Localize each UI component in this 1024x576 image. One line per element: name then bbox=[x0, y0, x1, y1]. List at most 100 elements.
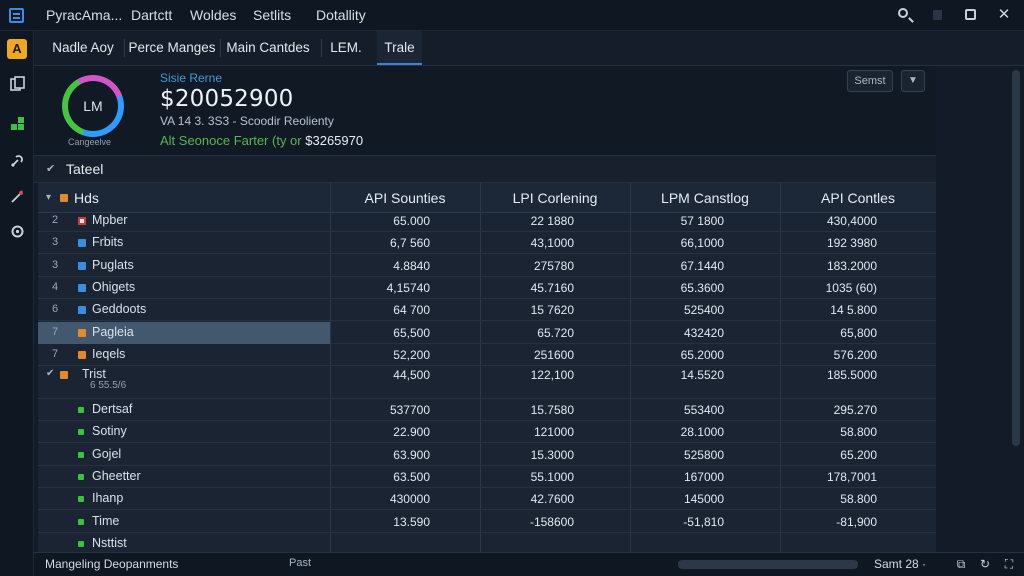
row-name: Mpber bbox=[92, 213, 128, 227]
table-row[interactable]: 6 Geddoots 64 700 15 7620 525400 14 5.800 bbox=[38, 299, 936, 322]
table-row[interactable]: Ihanp 430000 42.7600 145000 58.800 bbox=[38, 488, 936, 511]
name-cell[interactable]: 7 Pagleia bbox=[38, 321, 330, 344]
close-button[interactable]: ✕ bbox=[993, 5, 1015, 25]
cell-value: 65,800 bbox=[840, 325, 877, 340]
cell-value: 14 5.800 bbox=[830, 303, 877, 318]
title-bar: PyracAma... Dartctt Woldes Setlits Dotal… bbox=[0, 0, 1024, 31]
column-header-api-sounties[interactable]: API Sounties bbox=[330, 183, 480, 213]
link-icon[interactable] bbox=[9, 152, 26, 169]
menu-item-settings[interactable]: Setlits bbox=[253, 7, 291, 23]
name-cell[interactable]: 3 Puglats bbox=[38, 255, 330, 277]
sort-button[interactable]: Semst bbox=[847, 70, 893, 92]
summary-subtitle: VA 14 3. 3S3 - Scoodir Reolienty bbox=[160, 114, 334, 128]
name-cell[interactable]: Ihanp bbox=[38, 488, 330, 510]
fullscreen-icon[interactable]: ⛶ bbox=[1002, 557, 1016, 571]
cell-value: 22 1880 bbox=[530, 214, 574, 228]
chevron-down-icon[interactable]: ✔ bbox=[46, 368, 54, 379]
sync-icon[interactable]: ↻ bbox=[978, 557, 992, 571]
table-row[interactable]: Gojel 63.900 15.3000 525800 65.200 bbox=[38, 444, 936, 466]
tab-perce[interactable]: Perce Manges bbox=[124, 31, 220, 65]
cell-value: 295.270 bbox=[833, 403, 877, 418]
row-number: 2 bbox=[52, 214, 59, 226]
chevron-down-icon[interactable]: ✔ bbox=[46, 162, 55, 175]
table-row[interactable]: Dertsaf 537700 15.7580 553400 295.270 bbox=[38, 399, 936, 422]
progress-ring: LM bbox=[62, 75, 124, 137]
cell-value: 15.7580 bbox=[530, 403, 574, 418]
menu-item-details[interactable]: Dartctt bbox=[131, 7, 172, 23]
table-row[interactable]: 7 Ieqels 52,200 251600 65.2000 576.200 bbox=[38, 344, 936, 366]
tab-trale[interactable]: Trale bbox=[377, 31, 422, 65]
dropdown-button[interactable]: ▼ bbox=[901, 70, 925, 92]
search-button[interactable] bbox=[893, 5, 915, 25]
name-cell[interactable]: Gojel bbox=[38, 444, 330, 466]
column-header-name[interactable]: ▾ Hds bbox=[38, 183, 330, 213]
table-row[interactable]: 2 Mpber 65.000 22 1880 57 1800 430,4000 bbox=[38, 210, 936, 232]
name-cell[interactable]: Dertsaf bbox=[38, 399, 330, 421]
file-red-icon bbox=[78, 217, 86, 225]
vertical-scrollbar[interactable] bbox=[1012, 70, 1020, 446]
name-cell[interactable]: Gheetter bbox=[38, 466, 330, 488]
menu-item-data[interactable]: Dotallity bbox=[316, 7, 366, 23]
table-row[interactable]: 3 Puglats 4.8840 275780 67.1440 183.2000 bbox=[38, 255, 936, 277]
name-cell[interactable]: Sotiny bbox=[38, 421, 330, 443]
cell-value: -51,810 bbox=[683, 514, 724, 529]
files-icon[interactable] bbox=[9, 76, 26, 93]
maximize-button[interactable] bbox=[959, 5, 981, 25]
cell-value: 6,7 560 bbox=[389, 236, 430, 251]
cell-value: 63.500 bbox=[393, 470, 430, 484]
name-cell[interactable]: 4 Ohigets bbox=[38, 277, 330, 299]
settings-icon[interactable] bbox=[9, 223, 26, 240]
column-header-lpi-corlening[interactable]: LPI Corlening bbox=[480, 183, 630, 213]
status-dot-icon bbox=[78, 540, 84, 547]
row-number: 7 bbox=[52, 347, 59, 360]
section-title: Tateel bbox=[66, 161, 104, 177]
layout-icon[interactable]: ⧉ bbox=[954, 557, 968, 571]
name-cell[interactable]: ✔ Trist 6 55.5/6 bbox=[38, 366, 330, 399]
row-name: Nsttist bbox=[92, 535, 127, 550]
name-cell[interactable]: 6 Geddoots bbox=[38, 299, 330, 321]
column-header-lpm-canstlog[interactable]: LPM Canstlog bbox=[630, 183, 780, 213]
table-row[interactable]: 7 Pagleia 65,500 65.720 432420 65,800 bbox=[38, 321, 936, 344]
activity-bar: A bbox=[0, 31, 34, 576]
row-name: Ihanp bbox=[92, 491, 124, 506]
cell-value: 178,7001 bbox=[826, 470, 877, 484]
horizontal-scrollbar[interactable] bbox=[678, 560, 858, 569]
ring-text: LM bbox=[68, 81, 118, 131]
section-header[interactable]: ✔ Tateel bbox=[34, 155, 936, 183]
app-badge-icon[interactable]: A bbox=[7, 39, 27, 59]
tab-main[interactable]: Main Cantdes bbox=[220, 31, 316, 65]
table-row[interactable]: Time 13.590 -158600 -51,810 -81,900 bbox=[38, 511, 936, 533]
cell-value: 121000 bbox=[533, 425, 574, 440]
cell-value: 42.7600 bbox=[530, 492, 574, 507]
cell-value: 192 3980 bbox=[826, 236, 877, 251]
cell-value: 13.590 bbox=[393, 514, 430, 529]
table-row[interactable]: Sotiny 22.900 121000 28.1000 58.800 bbox=[38, 421, 936, 444]
name-cell[interactable]: 7 Ieqels bbox=[38, 344, 330, 366]
table-row[interactable]: 3 Frbits 6,7 560 43,1000 66,1000 192 3980 bbox=[38, 232, 936, 255]
cell-value: 525800 bbox=[683, 447, 724, 462]
chevron-down-icon: ▼ bbox=[908, 75, 918, 86]
tab-nadle[interactable]: Nadle Aoy bbox=[42, 31, 124, 65]
chevron-down-icon[interactable]: ▾ bbox=[46, 183, 51, 213]
debug-icon[interactable] bbox=[9, 188, 26, 205]
table-row[interactable]: Gheetter 63.500 55.1000 167000 178,7001 bbox=[38, 466, 936, 488]
row-name: Pagleia bbox=[92, 324, 134, 339]
ring-caption: Cangeelve bbox=[68, 137, 112, 147]
menu-item-windows[interactable]: Woldes bbox=[190, 7, 236, 23]
table-row[interactable]: 4 Ohigets 4,15740 45.7160 65.3600 1035 (60) bbox=[38, 277, 936, 299]
row-number: 4 bbox=[52, 280, 59, 293]
summary-note-text: Alt Seonoce Farter (ty or bbox=[160, 133, 302, 148]
name-cell[interactable]: 2 Mpber bbox=[38, 210, 330, 232]
name-cell[interactable]: 3 Frbits bbox=[38, 232, 330, 254]
menu-item-file[interactable]: PyracAma... bbox=[46, 7, 122, 23]
row-number: 3 bbox=[52, 258, 59, 271]
row-number: 3 bbox=[52, 236, 59, 249]
name-cell[interactable]: Time bbox=[38, 511, 330, 533]
tab-lem[interactable]: LEM. bbox=[321, 31, 371, 65]
cell-value: -158600 bbox=[529, 514, 574, 529]
column-header-api-contles[interactable]: API Contles bbox=[780, 183, 936, 213]
minimize-button[interactable] bbox=[926, 5, 948, 25]
cell-value: 65,500 bbox=[393, 325, 430, 340]
extensions-icon[interactable] bbox=[9, 115, 26, 132]
group-row[interactable]: ✔ Trist 6 55.5/6 44,500 122,100 14.5520 185.50… bbox=[38, 366, 936, 400]
